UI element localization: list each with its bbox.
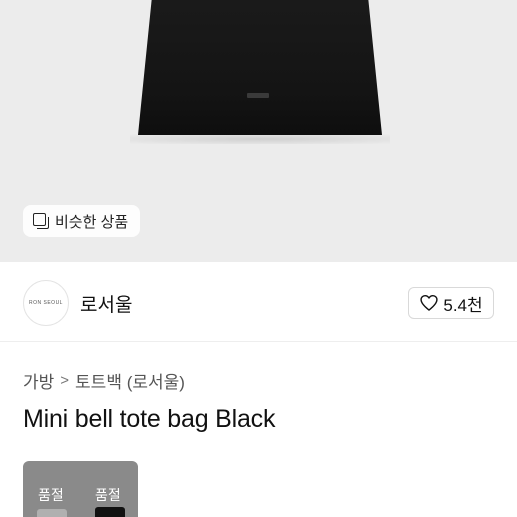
similar-products-button[interactable]: 비슷한 상품	[23, 205, 141, 237]
like-count: 5.4천	[443, 295, 483, 315]
product-image[interactable]: 비슷한 상품	[0, 0, 517, 262]
brand-logo-text: RON SEOUL	[29, 300, 63, 306]
brand-logo[interactable]: RON SEOUL	[23, 280, 69, 326]
breadcrumb-separator: >	[60, 372, 70, 389]
similar-products-label: 비슷한 상품	[55, 213, 129, 231]
variant-swatch-grey[interactable]	[37, 509, 67, 517]
variant-swatch-black[interactable]	[95, 507, 125, 517]
variant-thumbnails[interactable]: 품절 품절	[23, 461, 138, 517]
bag-shadow	[130, 134, 390, 144]
product-title: Mini bell tote bag Black	[23, 405, 276, 433]
brand-name[interactable]: 로서울	[80, 290, 132, 317]
bag-illustration	[138, 0, 382, 135]
bag-logo-mark	[247, 93, 269, 98]
variant-status-1: 품절	[38, 487, 64, 503]
heart-icon	[420, 294, 438, 311]
copy-icon	[33, 213, 49, 229]
breadcrumb-item-category[interactable]: 가방	[23, 368, 54, 393]
breadcrumb-item-subcategory[interactable]: 토트백 (로서울)	[75, 368, 185, 393]
brand-row: RON SEOUL 로서울 5.4천	[0, 262, 517, 342]
variant-status-2: 품절	[95, 487, 121, 503]
like-button[interactable]: 5.4천	[408, 287, 494, 319]
breadcrumb: 가방 > 토트백 (로서울)	[23, 368, 185, 393]
